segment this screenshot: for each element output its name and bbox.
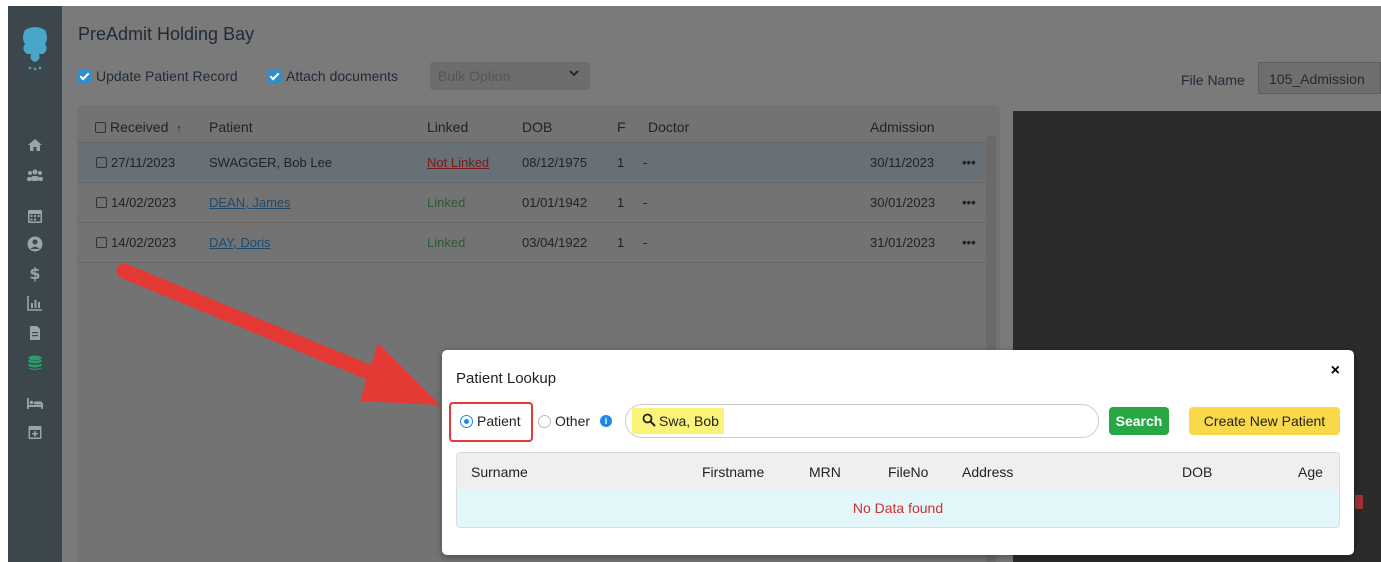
patient-lookup-modal: Patient Lookup × Patient Other i Search … [442, 350, 1354, 555]
app-logo [23, 27, 47, 71]
database-icon[interactable] [24, 354, 46, 372]
f-cell: 1 [617, 235, 625, 250]
checkbox-checked-icon [78, 69, 91, 83]
mrn-column-header[interactable]: MRN [809, 464, 841, 480]
dollar-icon[interactable]: $ [24, 264, 46, 282]
fileno-column-header[interactable]: FileNo [888, 464, 928, 480]
admission-column-header[interactable]: Admission [870, 119, 935, 135]
linked-status-link[interactable]: Not Linked [427, 155, 489, 170]
patient-cell: SWAGGER, Bob Lee [209, 155, 333, 170]
search-icon [642, 413, 656, 427]
doctor-cell: - [643, 155, 648, 170]
attach-documents-checkbox[interactable]: Attach documents [268, 68, 398, 84]
background-fragment [1355, 495, 1363, 509]
patient-radio-label: Patient [477, 413, 521, 429]
age-column-header[interactable]: Age [1298, 464, 1323, 480]
update-patient-record-label: Update Patient Record [96, 68, 238, 84]
patient-radio[interactable]: Patient [460, 413, 521, 429]
radio-empty-icon [538, 414, 551, 428]
linked-status: Linked [427, 195, 466, 210]
invoice-icon[interactable] [24, 324, 46, 342]
patient-search-box[interactable] [625, 404, 1099, 438]
row-checkbox[interactable] [96, 197, 107, 208]
admission-cell: 30/01/2023 [870, 195, 936, 210]
svg-text:$: $ [29, 264, 40, 282]
modal-title: Patient Lookup [456, 370, 557, 387]
user-circle-icon[interactable] [24, 235, 46, 253]
patient-link[interactable]: DAY, Doris [209, 235, 271, 250]
annotation-arrow [116, 263, 440, 405]
users-icon[interactable] [24, 166, 46, 184]
f-cell: 1 [617, 155, 625, 170]
dob-cell: 08/12/1975 [522, 155, 588, 170]
address-column-header[interactable]: Address [962, 464, 1013, 480]
f-column-header[interactable]: F [617, 119, 626, 135]
linked-status: Linked [427, 235, 466, 250]
doctor-cell: - [643, 195, 648, 210]
results-header: Surname Firstname MRN FileNo Address DOB… [457, 453, 1339, 490]
file-name-label: File Name [1181, 72, 1245, 88]
search-button[interactable]: Search [1109, 407, 1169, 435]
linked-column-header[interactable]: Linked [427, 119, 468, 135]
admission-cell: 30/11/2023 [870, 155, 935, 170]
create-new-patient-button[interactable]: Create New Patient [1189, 407, 1340, 435]
patient-link[interactable]: DEAN, James [209, 195, 291, 210]
patient-column-header[interactable]: Patient [209, 119, 253, 135]
row-menu-icon[interactable]: ••• [962, 195, 976, 210]
surname-column-header[interactable]: Surname [471, 464, 528, 480]
search-input[interactable] [659, 413, 1079, 429]
dob-column-header[interactable]: DOB [1182, 464, 1212, 480]
table-row[interactable]: 14/02/2023 DEAN, James Linked 01/01/1942… [78, 182, 986, 220]
row-menu-icon[interactable]: ••• [962, 235, 976, 250]
received-cell: 27/11/2023 [111, 155, 176, 170]
bed-icon[interactable] [24, 394, 46, 412]
dob-cell: 03/04/1922 [522, 235, 588, 250]
chevron-down-icon [568, 67, 580, 82]
bar-chart-icon[interactable] [24, 294, 46, 312]
home-icon[interactable] [24, 136, 46, 154]
no-data-message: No Data found [457, 490, 1339, 527]
page-title: PreAdmit Holding Bay [78, 24, 255, 44]
firstname-column-header[interactable]: Firstname [702, 464, 764, 480]
doctor-cell: - [643, 235, 648, 250]
sidebar: $ [8, 6, 62, 562]
attach-documents-label: Attach documents [286, 68, 399, 84]
lookup-results-table: Surname Firstname MRN FileNo Address DOB… [456, 452, 1340, 528]
row-checkbox[interactable] [96, 237, 107, 248]
calendar-icon[interactable] [24, 207, 46, 225]
sort-ascending-icon: ↑ [176, 123, 182, 135]
select-all-checkbox[interactable] [95, 122, 106, 133]
dob-column-header[interactable]: DOB [522, 119, 552, 135]
row-checkbox[interactable] [96, 157, 107, 168]
dob-cell: 01/01/1942 [522, 195, 588, 210]
bulk-option-label: Bulk Option [438, 68, 511, 84]
info-icon[interactable]: i [600, 415, 613, 427]
table-row[interactable]: 27/11/2023 SWAGGER, Bob Lee Not Linked 0… [78, 142, 986, 180]
calendar-plus-icon[interactable] [24, 423, 46, 441]
bulk-option-select[interactable]: Bulk Option [430, 62, 590, 90]
radio-selected-icon [460, 414, 473, 428]
row-menu-icon[interactable]: ••• [962, 155, 976, 170]
doctor-column-header[interactable]: Doctor [648, 119, 689, 135]
admission-cell: 31/01/2023 [870, 235, 936, 250]
update-patient-record-checkbox[interactable]: Update Patient Record [78, 68, 238, 84]
received-cell: 14/02/2023 [111, 235, 177, 250]
close-icon[interactable]: × [1331, 362, 1340, 380]
received-cell: 14/02/2023 [111, 195, 177, 210]
checkbox-checked-icon [268, 69, 281, 83]
received-column-header[interactable]: Received ↑ [95, 119, 182, 135]
f-cell: 1 [617, 195, 625, 210]
file-name-field[interactable]: 105_Admission [1258, 62, 1381, 94]
other-radio[interactable]: Other i [538, 413, 613, 429]
other-radio-label: Other [555, 413, 591, 429]
